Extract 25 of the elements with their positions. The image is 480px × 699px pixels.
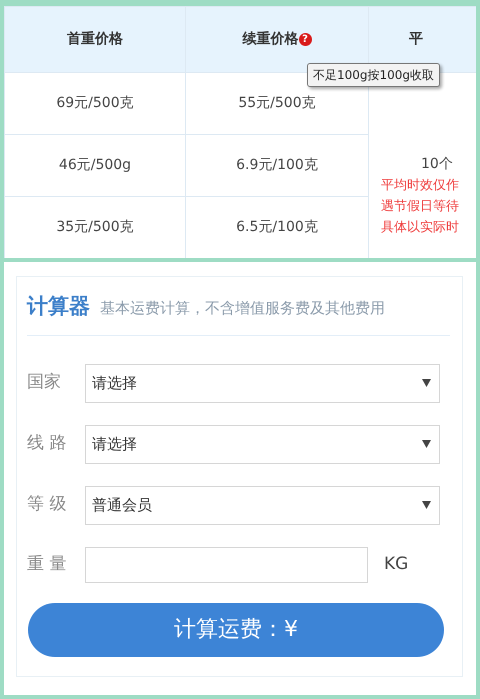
- note-text: 具体以实际时: [381, 218, 460, 236]
- note-text: 平均时效仅作: [381, 176, 460, 194]
- select-field[interactable]: 普通会员: [85, 486, 440, 524]
- caret-icon: [422, 440, 431, 448]
- field-label: 等 级: [27, 493, 68, 516]
- caret-icon: [422, 501, 431, 509]
- column-header: 续重价格: [242, 31, 298, 47]
- select-field[interactable]: 请选择: [85, 424, 440, 464]
- table-cell: 69元/500克: [4, 72, 186, 134]
- field-label: 国家: [27, 371, 62, 394]
- table-cell-text: 10个: [420, 154, 454, 174]
- calculator-subtitle: 基本运费计算，不含增值服务费及其他费用: [100, 298, 385, 319]
- field-label: 线 路: [27, 432, 68, 456]
- unit-label: KG: [384, 552, 408, 576]
- caret-icon: [422, 379, 431, 387]
- table-cell: 46元/500g: [4, 134, 186, 196]
- calculator-title: 计算器: [27, 293, 90, 320]
- table-cell: 35元/500克: [4, 196, 186, 258]
- field-label: 重 量: [27, 552, 68, 576]
- note-text: 遇节假日等待: [381, 198, 460, 216]
- calculate-button[interactable]: 计算运费：¥: [28, 602, 444, 656]
- input-field[interactable]: [85, 546, 368, 582]
- help-icon[interactable]: ?: [298, 33, 312, 46]
- column-header: 首重价格: [4, 6, 186, 72]
- select-field[interactable]: 请选择: [85, 364, 440, 402]
